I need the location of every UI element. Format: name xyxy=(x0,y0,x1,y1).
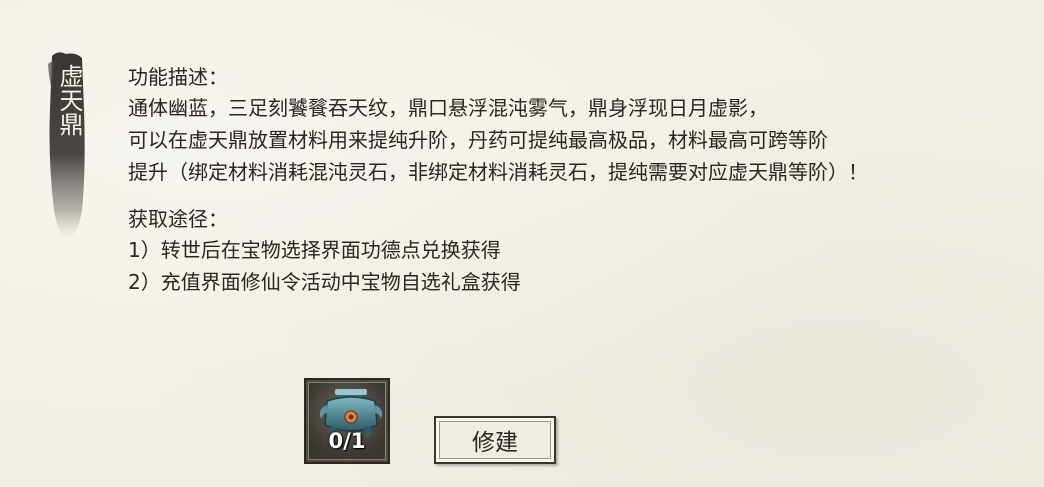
acquire-line: 2）充值界面修仙令活动中宝物自选礼盒获得 xyxy=(128,270,521,294)
item-count: 0/1 xyxy=(328,429,366,453)
function-heading: 功能描述： xyxy=(128,65,228,89)
acquire-heading: 获取途径： xyxy=(128,207,228,231)
acquire-line: 1）转世后在宝物选择界面功德点兑换获得 xyxy=(128,238,501,262)
item-slot[interactable]: 0/1 xyxy=(304,378,390,464)
function-line: 可以在虚天鼎放置材料用来提纯升阶，丹药可提纯最高极品，材料最高可跨等阶 xyxy=(128,128,828,152)
function-line: 通体幽蓝，三足刻饕餮吞天纹，鼎口悬浮混沌雾气，鼎身浮现日月虚影， xyxy=(128,96,768,120)
item-frame: 0/1 xyxy=(308,382,386,460)
side-title: 虚天鼎 xyxy=(55,64,83,136)
description-panel: 功能描述： 通体幽蓝，三足刻饕餮吞天纹，鼎口悬浮混沌雾气，鼎身浮现日月虚影， 可… xyxy=(128,62,1028,298)
function-line: 提升（绑定材料消耗混沌灵石，非绑定材料消耗灵石，提纯需要对应虚天鼎等阶）！ xyxy=(128,160,868,184)
build-button[interactable]: 修建 xyxy=(434,416,556,464)
